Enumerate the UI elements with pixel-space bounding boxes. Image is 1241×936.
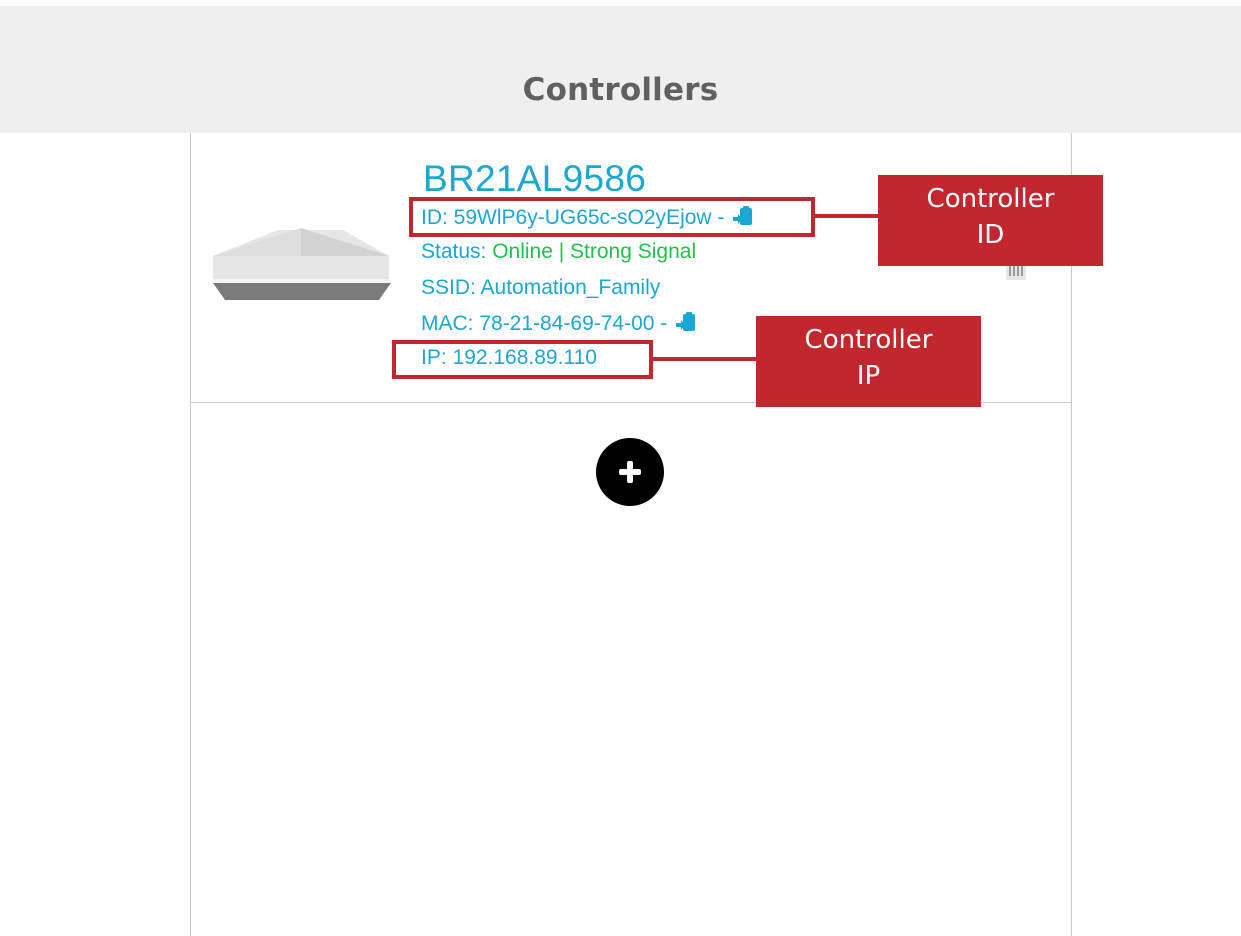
page-title: Controllers	[522, 72, 719, 108]
controller-status-line: Status: Online | Strong Signal	[421, 240, 696, 264]
controller-name: BR21AL9586	[423, 158, 647, 199]
controller-id-highlight	[409, 197, 815, 237]
callout-controller-ip-line1: Controller	[804, 325, 933, 355]
controller-mac-text: MAC: 78-21-84-69-74-00 -	[421, 312, 668, 335]
callout-controller-id-line2: ID	[976, 220, 1005, 250]
plus-icon-stroke	[627, 461, 633, 483]
add-controller-button[interactable]	[596, 438, 664, 506]
status-label: Status:	[421, 240, 493, 263]
controller-mac-line: MAC: 78-21-84-69-74-00 -	[421, 311, 697, 339]
callout-controller-ip: Controller IP	[756, 316, 981, 407]
callout-controller-id-line1: Controller	[926, 184, 1055, 214]
clipboard-copy-icon[interactable]	[675, 311, 697, 339]
page-header: Controllers	[0, 0, 1241, 133]
controller-ip-connector	[653, 357, 756, 361]
callout-controller-id: Controller ID	[878, 175, 1103, 266]
controller-ip-highlight	[392, 340, 653, 379]
controller-device-image	[213, 228, 391, 300]
controller-id-connector	[815, 214, 878, 218]
callout-controller-ip-line2: IP	[856, 361, 881, 391]
controller-ssid-line: SSID: Automation_Family	[421, 276, 661, 299]
status-value: Online | Strong Signal	[492, 240, 697, 263]
